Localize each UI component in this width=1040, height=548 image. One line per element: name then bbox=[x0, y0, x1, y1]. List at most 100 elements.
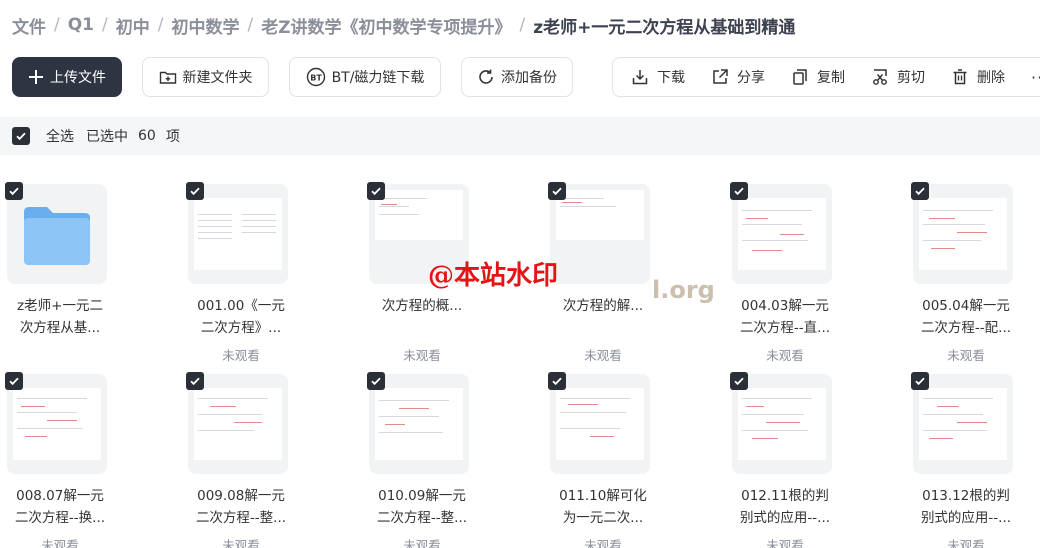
item-checkbox[interactable] bbox=[911, 182, 929, 200]
selection-bar: 全选 已选中 60 项 bbox=[0, 117, 1040, 155]
cut-label: 剪切 bbox=[897, 70, 925, 86]
download-label: 下载 bbox=[657, 70, 685, 86]
delete-button[interactable]: 删除 bbox=[951, 67, 1005, 87]
file-name: 004.03解一元 二次方程--直... bbox=[725, 295, 845, 339]
file-name-line1: 012.11根的判 bbox=[741, 488, 829, 504]
bt-download-button[interactable]: BT BT/磁力链下载 bbox=[289, 57, 441, 97]
new-folder-label: 新建文件夹 bbox=[182, 70, 253, 86]
item-checkbox[interactable] bbox=[5, 182, 23, 200]
file-name-line1: 008.07解一元 bbox=[16, 488, 104, 504]
scissors-icon bbox=[871, 68, 889, 86]
file-name-line2: 次方程从基... bbox=[19, 320, 101, 336]
file-name: 005.04解一元 二次方程--配... bbox=[906, 295, 1026, 339]
breadcrumb-separator: / bbox=[519, 15, 526, 35]
share-icon bbox=[711, 68, 729, 86]
breadcrumb-item-files[interactable]: 文件 bbox=[12, 13, 46, 38]
file-name-line2: 别式的应用--... bbox=[739, 510, 831, 526]
breadcrumb-item-junior[interactable]: 初中 bbox=[116, 13, 150, 38]
file-name: 008.07解一元 二次方程--换... bbox=[0, 485, 120, 529]
file-name-line2: 次方程的解... bbox=[562, 298, 644, 314]
watch-status: 未观看 bbox=[584, 348, 622, 363]
file-item[interactable]: 011.10解可化 为一元二次... 未观看 bbox=[543, 367, 723, 548]
file-item[interactable]: 001.00《一元 二次方程》... 未观看 bbox=[181, 177, 361, 363]
file-item[interactable]: 008.07解一元 二次方程--换... 未观看 bbox=[0, 367, 180, 548]
watch-status: 未观看 bbox=[41, 538, 79, 548]
upload-button[interactable]: 上传文件 bbox=[12, 57, 122, 97]
cut-button[interactable]: 剪切 bbox=[871, 67, 925, 87]
file-name: 次方程的概... bbox=[362, 295, 482, 317]
item-checkbox[interactable] bbox=[5, 372, 23, 390]
item-checkbox[interactable] bbox=[367, 182, 385, 200]
select-all-label[interactable]: 全选 bbox=[46, 126, 74, 146]
add-backup-button[interactable]: 添加备份 bbox=[461, 57, 573, 97]
more-icon: ··· bbox=[1031, 67, 1040, 87]
file-item[interactable]: z老师+一元二 次方程从基... bbox=[0, 177, 180, 363]
item-checkbox[interactable] bbox=[730, 182, 748, 200]
folder-plus-icon bbox=[159, 69, 177, 85]
add-backup-label: 添加备份 bbox=[501, 70, 557, 86]
select-all-checkbox[interactable] bbox=[12, 127, 30, 145]
file-item[interactable]: 013.12根的判 别式的应用--... 未观看 bbox=[906, 367, 1040, 548]
item-checkbox[interactable] bbox=[186, 372, 204, 390]
watch-status: 未观看 bbox=[403, 538, 441, 548]
file-name: 010.09解一元 二次方程--整... bbox=[362, 485, 482, 529]
file-name-line2: 二次方程--换... bbox=[14, 510, 106, 526]
breadcrumb-separator: / bbox=[157, 15, 164, 35]
download-button[interactable]: 下载 bbox=[631, 67, 685, 87]
file-name: 009.08解一元 二次方程--整... bbox=[181, 485, 301, 529]
upload-label: 上传文件 bbox=[50, 70, 106, 86]
file-name: z老师+一元二 次方程从基... bbox=[0, 295, 120, 339]
watermark-text-secondary: l.org bbox=[652, 276, 715, 304]
watch-status: 未观看 bbox=[222, 348, 260, 363]
watermark-text: @本站水印 bbox=[428, 261, 559, 291]
breadcrumb-separator: / bbox=[247, 15, 254, 35]
file-name-line1: 001.00《一元 bbox=[197, 298, 285, 314]
sync-icon bbox=[477, 68, 495, 86]
download-icon bbox=[631, 68, 649, 86]
file-name-line2: 次方程的概... bbox=[381, 298, 463, 314]
breadcrumb-item-q1[interactable]: Q1 bbox=[68, 15, 94, 35]
share-button[interactable]: 分享 bbox=[711, 67, 765, 87]
item-checkbox[interactable] bbox=[367, 372, 385, 390]
item-checkbox[interactable] bbox=[548, 372, 566, 390]
more-button[interactable]: ··· bbox=[1031, 68, 1040, 87]
watch-status: 未观看 bbox=[584, 538, 622, 548]
watch-status: 未观看 bbox=[947, 348, 985, 363]
file-name-line1: z老师+一元二 bbox=[17, 298, 103, 314]
file-name: 011.10解可化 为一元二次... bbox=[543, 485, 663, 529]
file-item[interactable]: 次方程的解... 未观看 bbox=[543, 177, 723, 363]
breadcrumb-item-current: z老师+一元二次方程从基础到精通 bbox=[533, 17, 796, 38]
watch-status: 未观看 bbox=[222, 538, 260, 548]
watch-status: 未观看 bbox=[403, 348, 441, 363]
item-checkbox[interactable] bbox=[186, 182, 204, 200]
copy-icon bbox=[791, 68, 809, 86]
file-name-line2: 二次方程--直... bbox=[739, 320, 831, 336]
bt-download-label: BT/磁力链下载 bbox=[331, 70, 425, 86]
file-name-line1: 010.09解一元 bbox=[378, 488, 466, 504]
file-name: 013.12根的判 别式的应用--... bbox=[906, 485, 1026, 529]
file-item[interactable]: 004.03解一元 二次方程--直... 未观看 bbox=[725, 177, 905, 363]
file-name-line2: 二次方程--整... bbox=[376, 510, 468, 526]
item-checkbox[interactable] bbox=[548, 182, 566, 200]
file-item[interactable]: 005.04解一元 二次方程--配... 未观看 bbox=[906, 177, 1040, 363]
copy-button[interactable]: 复制 bbox=[791, 67, 845, 87]
file-name-line2: 为一元二次... bbox=[562, 510, 644, 526]
new-folder-button[interactable]: 新建文件夹 bbox=[142, 57, 269, 97]
folder-icon bbox=[24, 207, 90, 265]
share-label: 分享 bbox=[737, 70, 765, 86]
breadcrumb-item-junior-math[interactable]: 初中数学 bbox=[171, 13, 239, 38]
file-name-line2: 二次方程--整... bbox=[195, 510, 287, 526]
delete-label: 删除 bbox=[977, 70, 1005, 86]
file-actions-group: 下载 分享 复制 剪切 删除 ··· bbox=[612, 57, 1040, 97]
file-item[interactable]: 010.09解一元 二次方程--整... 未观看 bbox=[362, 367, 542, 548]
breadcrumb-item-course[interactable]: 老Z讲数学《初中数学专项提升》 bbox=[261, 13, 511, 38]
file-item[interactable]: 012.11根的判 别式的应用--... 未观看 bbox=[725, 367, 905, 548]
file-name: 012.11根的判 别式的应用--... bbox=[725, 485, 845, 529]
item-checkbox[interactable] bbox=[911, 372, 929, 390]
plus-icon bbox=[28, 69, 44, 85]
file-item[interactable]: 009.08解一元 二次方程--整... 未观看 bbox=[181, 367, 361, 548]
file-name-line2: 二次方程》... bbox=[200, 320, 282, 336]
item-checkbox[interactable] bbox=[730, 372, 748, 390]
copy-label: 复制 bbox=[817, 70, 845, 86]
selected-count: 60 bbox=[138, 128, 156, 144]
